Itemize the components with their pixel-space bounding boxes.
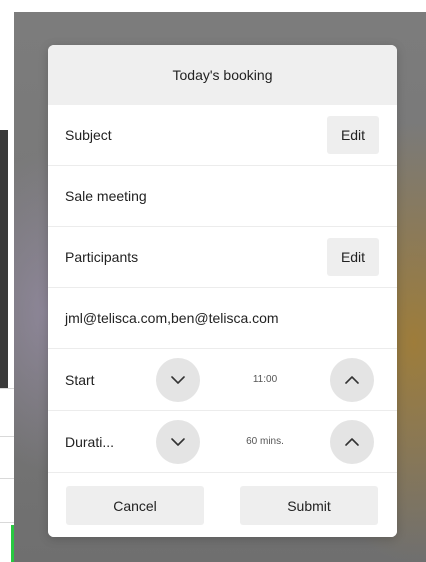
chevron-down-icon	[171, 376, 185, 384]
start-row: Start 11:00	[48, 349, 397, 411]
start-label: Start	[65, 371, 95, 388]
start-value: 11:00	[252, 374, 278, 385]
duration-decrease-button[interactable]	[156, 420, 200, 464]
subject-edit-button[interactable]: Edit	[327, 116, 379, 154]
duration-label: Durati...	[65, 433, 115, 450]
divider	[0, 478, 14, 479]
background-panel	[0, 130, 8, 388]
divider	[0, 388, 14, 389]
dialog-header: Today's booking	[48, 45, 397, 105]
background-app	[0, 0, 14, 562]
duration-row: Durati... 60 mins.	[48, 411, 397, 473]
participants-row: Participants Edit	[48, 227, 397, 288]
chevron-up-icon	[345, 376, 359, 384]
cancel-button[interactable]: Cancel	[66, 486, 204, 525]
dialog-footer: Cancel Submit	[48, 477, 397, 537]
duration-value: 60 mins.	[246, 436, 284, 447]
booking-dialog: Today's booking Subject Edit Sale meetin…	[48, 45, 397, 537]
participants-value-row: jml@telisca.com,ben@telisca.com	[48, 288, 397, 349]
subject-value: Sale meeting	[65, 188, 147, 204]
page: Today's booking Subject Edit Sale meetin…	[0, 0, 426, 562]
divider	[0, 522, 14, 523]
dialog-title: Today's booking	[172, 67, 273, 83]
subject-value-row: Sale meeting	[48, 166, 397, 227]
chevron-up-icon	[345, 438, 359, 446]
participants-label: Participants	[65, 249, 139, 265]
participants-edit-button[interactable]: Edit	[327, 238, 379, 276]
start-decrease-button[interactable]	[156, 358, 200, 402]
duration-increase-button[interactable]	[330, 420, 374, 464]
participants-value: jml@telisca.com,ben@telisca.com	[65, 310, 279, 326]
start-increase-button[interactable]	[330, 358, 374, 402]
subject-label: Subject	[65, 127, 112, 143]
submit-button[interactable]: Submit	[240, 486, 378, 525]
subject-row: Subject Edit	[48, 105, 397, 166]
chevron-down-icon	[171, 438, 185, 446]
divider	[0, 436, 14, 437]
